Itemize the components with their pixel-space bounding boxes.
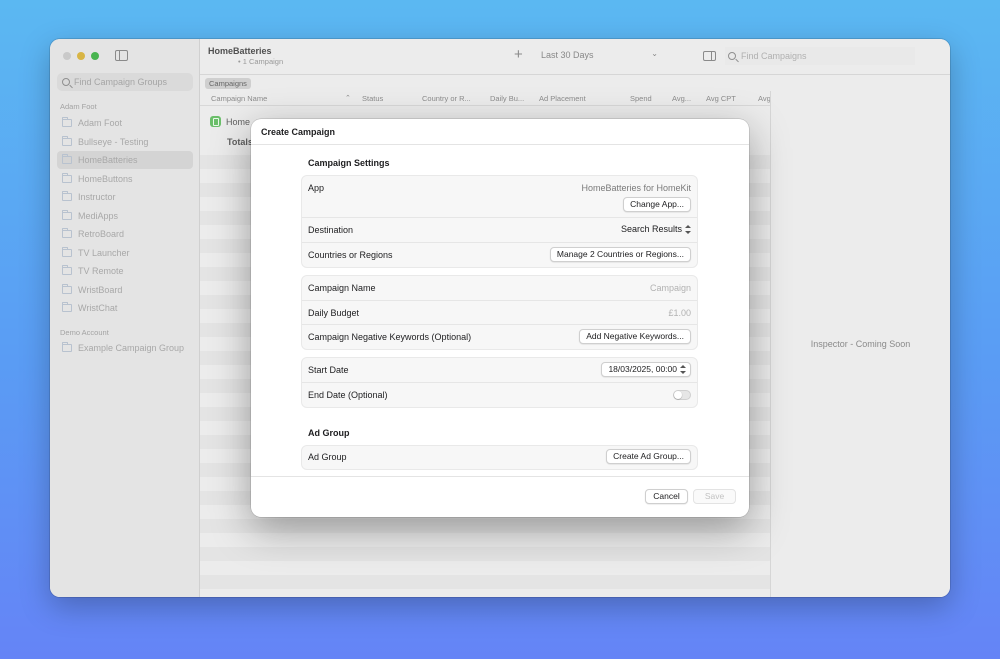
destination-label: Destination: [308, 225, 354, 235]
divider: [251, 144, 749, 145]
app-row: App HomeBatteries for HomeKit Change App…: [302, 176, 697, 218]
negative-keywords-row: Campaign Negative Keywords (Optional) Ad…: [302, 325, 697, 349]
start-date-value: 18/03/2025, 00:00: [608, 364, 677, 374]
ad-group-row: Ad Group Create Ad Group...: [302, 446, 697, 469]
ad-group-label: Ad Group: [308, 452, 347, 462]
daily-budget-field[interactable]: £1.00: [668, 308, 691, 318]
create-ad-group-button[interactable]: Create Ad Group...: [606, 449, 691, 464]
campaign-settings-heading: Campaign Settings: [308, 158, 390, 168]
change-app-button[interactable]: Change App...: [623, 197, 691, 212]
start-date-label: Start Date: [308, 365, 349, 375]
create-campaign-dialog: Create Campaign Campaign Settings App Ho…: [251, 119, 749, 517]
dialog-title: Create Campaign: [261, 127, 336, 137]
updown-chevron-icon: [685, 225, 691, 235]
schedule-group: Start Date 18/03/2025, 00:00 End Date (O…: [301, 357, 698, 408]
campaign-name-row: Campaign Name Campaign: [302, 276, 697, 301]
start-date-row: Start Date 18/03/2025, 00:00: [302, 358, 697, 383]
app-label: App: [308, 183, 325, 193]
save-button[interactable]: Save: [693, 489, 736, 504]
countries-row: Countries or Regions Manage 2 Countries …: [302, 243, 697, 267]
updown-chevron-icon: [680, 365, 686, 375]
campaign-details-group: Campaign Name Campaign Daily Budget £1.0…: [301, 275, 698, 350]
ad-group-group: Ad Group Create Ad Group...: [301, 445, 698, 470]
app-value: HomeBatteries for HomeKit: [581, 183, 691, 193]
negative-keywords-label: Campaign Negative Keywords (Optional): [308, 332, 472, 342]
cancel-button[interactable]: Cancel: [645, 489, 688, 504]
daily-budget-row: Daily Budget £1.00: [302, 301, 697, 325]
ad-group-heading: Ad Group: [308, 428, 350, 438]
campaign-name-label: Campaign Name: [308, 283, 376, 293]
destination-value: Search Results: [620, 224, 682, 234]
destination-select[interactable]: Search Results: [620, 224, 691, 235]
end-date-toggle[interactable]: [673, 390, 691, 400]
countries-label: Countries or Regions: [308, 250, 393, 260]
end-date-row: End Date (Optional): [302, 383, 697, 407]
campaign-name-field[interactable]: Campaign: [650, 283, 691, 293]
add-negative-keywords-button[interactable]: Add Negative Keywords...: [579, 329, 691, 344]
manage-countries-button[interactable]: Manage 2 Countries or Regions...: [549, 247, 691, 262]
app-settings-group: App HomeBatteries for HomeKit Change App…: [301, 175, 698, 268]
divider: [251, 476, 749, 477]
end-date-label: End Date (Optional): [308, 390, 388, 400]
destination-row: Destination Search Results: [302, 218, 697, 243]
daily-budget-label: Daily Budget: [308, 308, 360, 318]
start-date-picker[interactable]: 18/03/2025, 00:00: [601, 362, 691, 377]
